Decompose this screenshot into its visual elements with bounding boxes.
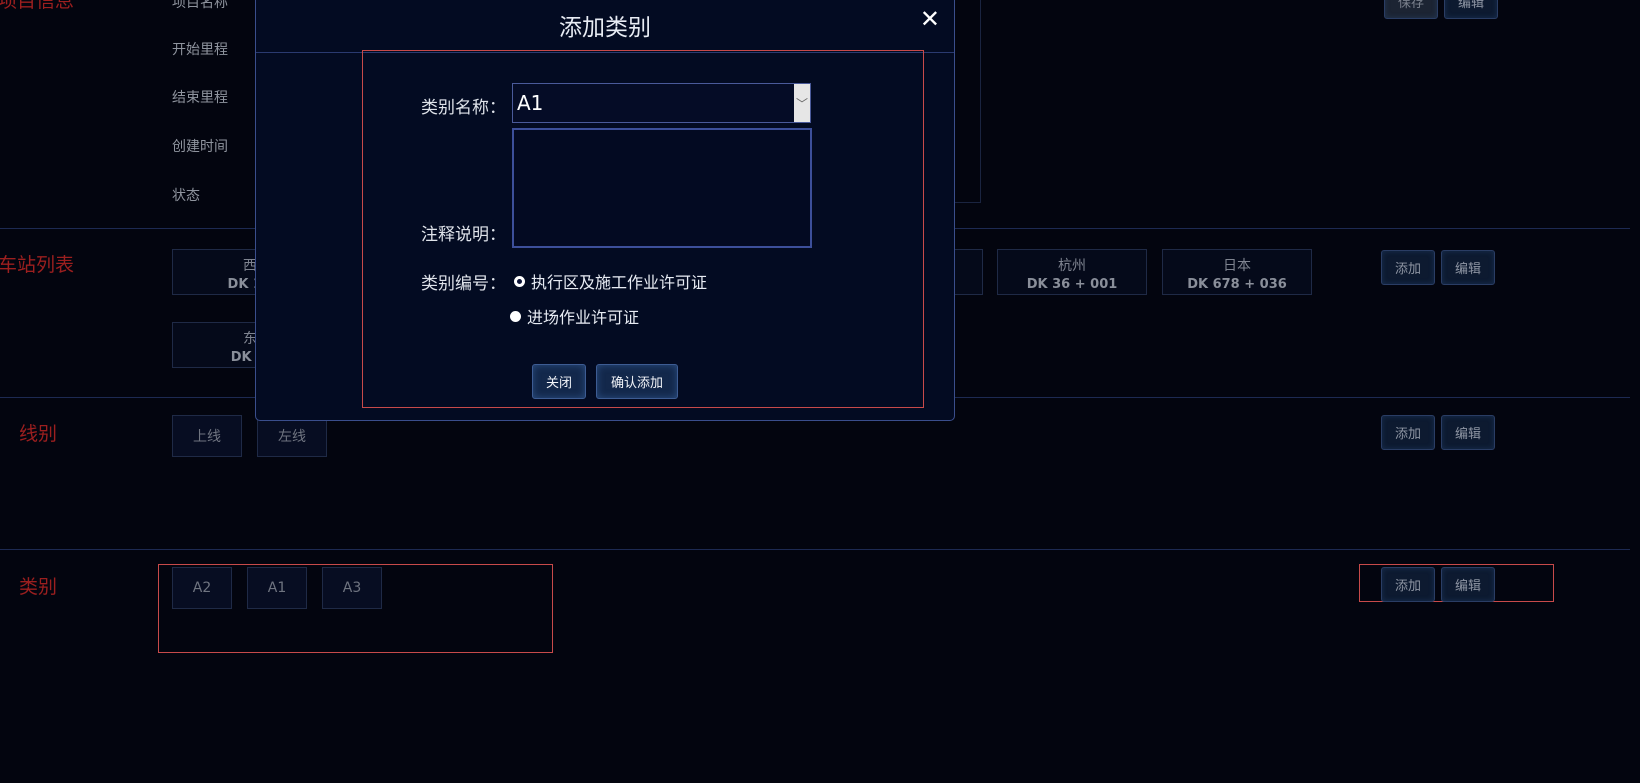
line-chip[interactable]: 上线 <box>172 415 242 457</box>
confirm-add-button[interactable]: 确认添加 <box>596 364 678 399</box>
save-button[interactable]: 保存 <box>1384 0 1438 19</box>
radio-option-entry-permit[interactable]: 进场作业许可证 <box>510 304 639 328</box>
station-card[interactable]: 杭州 DK 36 + 001 <box>997 249 1147 295</box>
modal-header: 添加类别 ✕ <box>256 0 954 53</box>
line-edit-button[interactable]: 编辑 <box>1441 415 1495 450</box>
field-label-created-time: 创建时间 <box>172 139 228 155</box>
field-label-status: 状态 <box>172 188 200 204</box>
field-label-start-mileage: 开始里程 <box>172 42 228 58</box>
note-textarea[interactable] <box>512 128 812 248</box>
modal-title: 添加类别 <box>559 15 651 41</box>
category-chip[interactable]: A3 <box>322 567 382 609</box>
station-mileage: DK 678 + 036 <box>1187 277 1287 292</box>
field-label-end-mileage: 结束里程 <box>172 90 228 106</box>
section-title-category: 类别 <box>19 576 58 598</box>
category-name-value: A1 <box>517 91 544 115</box>
category-edit-button[interactable]: 编辑 <box>1441 567 1495 602</box>
category-chip[interactable]: A2 <box>172 567 232 609</box>
radio-unchecked-icon <box>510 310 521 322</box>
line-chip[interactable]: 左线 <box>257 415 327 457</box>
station-name: 日本 <box>1223 258 1251 274</box>
chevron-down-icon[interactable]: ﹀ <box>794 84 810 122</box>
category-add-button[interactable]: 添加 <box>1381 567 1435 602</box>
note-label: 注释说明： <box>421 225 506 245</box>
category-name-select[interactable]: A1 ﹀ <box>512 83 811 123</box>
field-label-project-name: 项目名称 <box>172 0 228 11</box>
line-add-button[interactable]: 添加 <box>1381 415 1435 450</box>
section-title-station-list: 车站列表 <box>0 254 75 276</box>
modal-close-button[interactable]: 关闭 <box>532 364 586 399</box>
project-edit-button[interactable]: 编辑 <box>1444 0 1498 19</box>
station-mileage: DK 36 + 001 <box>1026 277 1118 292</box>
category-name-label: 类别名称： <box>421 98 506 118</box>
category-chip[interactable]: A1 <box>247 567 307 609</box>
section-title-line-type: 线别 <box>19 423 58 445</box>
category-code-label: 类别编号： <box>421 274 506 294</box>
station-edit-button[interactable]: 编辑 <box>1441 250 1495 285</box>
station-card[interactable]: 日本 DK 678 + 036 <box>1162 249 1312 295</box>
radio-option-execution-permit[interactable]: 执行区及施工作业许可证 <box>514 269 707 293</box>
radio-label: 执行区及施工作业许可证 <box>531 273 708 292</box>
section-divider <box>0 549 1630 550</box>
radio-checked-icon <box>514 275 525 287</box>
radio-label: 进场作业许可证 <box>527 308 640 327</box>
station-add-button[interactable]: 添加 <box>1381 250 1435 285</box>
section-title-project-info: 项目信息 <box>0 0 75 12</box>
station-name: 杭州 <box>1058 258 1086 274</box>
close-icon[interactable]: ✕ <box>920 5 940 33</box>
